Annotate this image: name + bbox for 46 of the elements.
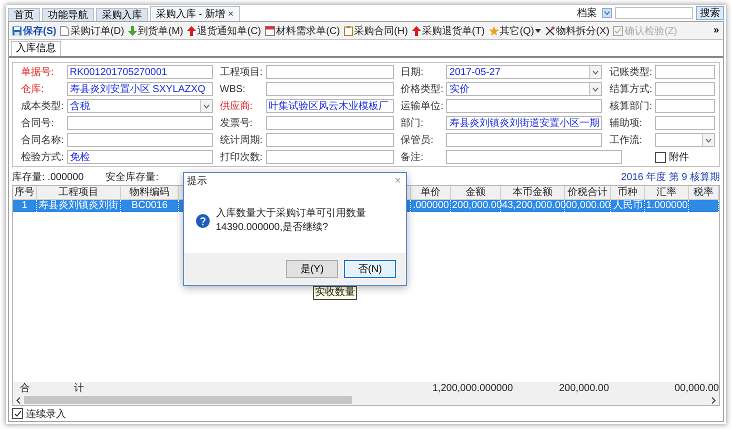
field-label: 工作流: (608, 134, 644, 147)
safety-stock-label: 安全库存量: (106, 170, 158, 184)
field-label: 仓库: (20, 82, 45, 96)
field-label: 成本类型: (20, 100, 64, 113)
table-cell: 寿县炎刘镇炎刘街 (38, 200, 118, 211)
field-label: 日期: (400, 66, 424, 79)
total-tax-amount: 00,000.00 (674, 383, 719, 394)
total-label: 计 (74, 383, 84, 394)
field-label: 检验方式: (20, 150, 64, 164)
field-label: 备注: (400, 150, 424, 164)
field-label: 统计周期: (218, 134, 263, 147)
table-cell: 00,000.00 (566, 200, 610, 211)
table-cell: .000000 (412, 200, 449, 211)
field-label: 保管员: (400, 134, 434, 147)
total-quantity: 1,200,000.000000 (432, 383, 513, 394)
field-label: 结算方式: (608, 82, 652, 96)
field-label: 供应商: (218, 100, 254, 113)
stock-text: 库存量: .000000 (12, 170, 84, 184)
total-label: 合 (20, 383, 30, 394)
field-label: 工程项目: (218, 66, 263, 79)
field-label: 运输单位: (400, 100, 444, 113)
dialog-message: 入库数量大于采购订单可引用数量 14390.000000,是否继续? (216, 206, 367, 234)
table-cell: 200,000.00 (452, 200, 502, 211)
table-cell: 1.000000 (646, 200, 688, 211)
table-cell: BC0016 (131, 200, 168, 211)
total-amount: 200,000.00 (559, 383, 610, 394)
field-label: 单据号: (20, 66, 55, 79)
field-label: WBS: (218, 84, 246, 94)
table-cell: 人民币 (613, 200, 643, 211)
field-label: 合同名称: (20, 134, 64, 147)
field-label: 发票号: (218, 117, 254, 130)
field-label: 打印次数: (218, 150, 263, 164)
field-label: 价格类型: (400, 82, 444, 96)
period-text: 2016 年度 第 9 核算期 (621, 170, 720, 184)
dialog-title: 提示 (187, 174, 207, 188)
field-label: 辅助项: (608, 116, 644, 130)
table-cell: 43,200,000.00 (502, 200, 566, 211)
field-label: 部门: (400, 116, 424, 130)
field-label: 记账类型: (608, 66, 652, 79)
table-cell: 1 (22, 200, 28, 211)
field-label: 合同号: (20, 117, 55, 130)
search-scope-label: 档案 (577, 6, 598, 20)
field-label: 核算部门: (608, 100, 652, 113)
checkbox-label: 连续录入 (26, 408, 66, 420)
tooltip: 实收数量 (313, 286, 357, 300)
checkbox-label: 附件 (669, 151, 690, 164)
